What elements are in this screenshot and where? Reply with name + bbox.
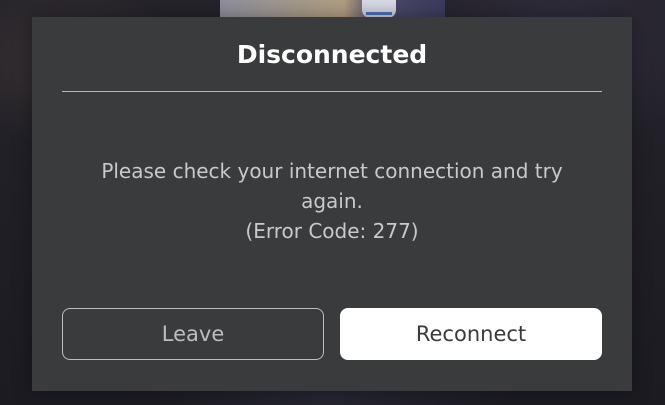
dialog-title: Disconnected	[236, 40, 428, 69]
title-divider	[62, 91, 602, 92]
message-line-1: Please check your internet connection an…	[101, 159, 563, 183]
message-line-2: again.	[301, 189, 363, 213]
error-code: (Error Code: 277)	[245, 219, 419, 243]
leave-button[interactable]: Leave	[62, 308, 324, 360]
game-scene-thumbnail	[220, 0, 445, 18]
reconnect-button[interactable]: Reconnect	[340, 308, 602, 360]
bottle-image	[362, 0, 396, 18]
dialog-message: Please check your internet connection an…	[72, 156, 592, 246]
disconnected-dialog: Disconnected Please check your internet …	[32, 17, 632, 391]
